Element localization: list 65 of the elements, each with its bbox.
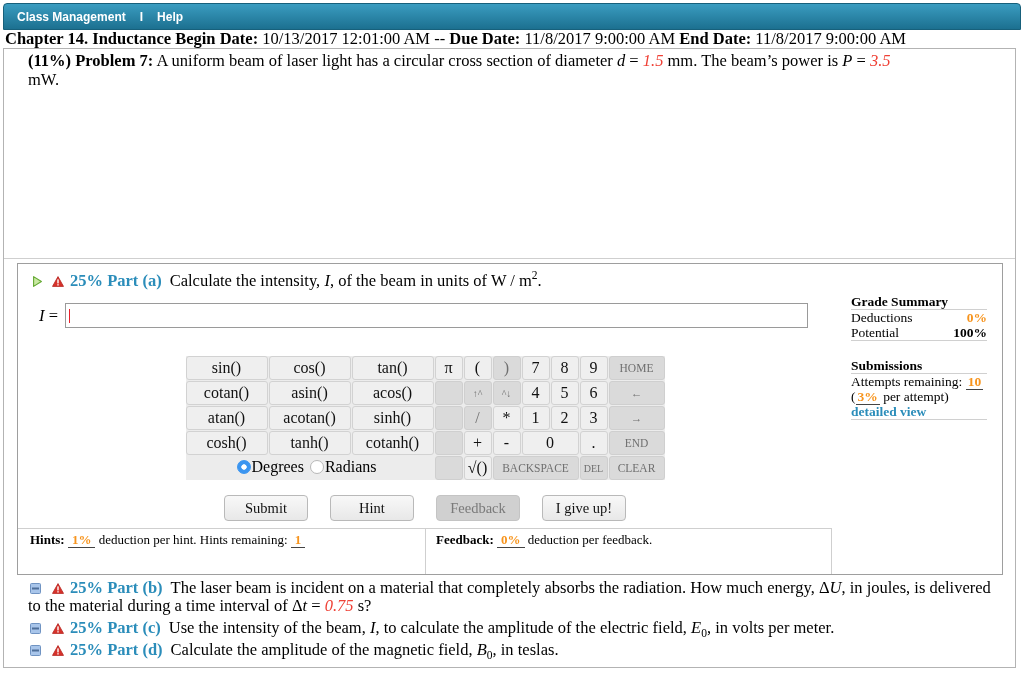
keypad-key[interactable]: - (492, 431, 521, 455)
summary-label: Deductions (851, 310, 913, 325)
summary-value: 0% (966, 310, 987, 325)
function-key[interactable]: cotan() (185, 381, 268, 405)
keypad-key[interactable]: ( (463, 356, 492, 380)
keypad-key[interactable]: * (492, 406, 521, 430)
minus-square-icon[interactable] (30, 623, 41, 634)
menu-separator: I (139, 9, 144, 24)
part-title[interactable]: 25% Part (a) (70, 271, 162, 290)
function-key[interactable]: tanh() (268, 431, 351, 455)
assignment-dates: Chapter 14. Inductance Begin Date: 10/13/2017 12:01:00 AM -- Due Date: 11/8/2017 9:00:00 AM End Date: 11/8/2017 9:00:00 AM (4, 30, 906, 48)
keypad-key[interactable]: 6 (579, 381, 608, 405)
question-text: 25% Part (b) The laser beam is incident on a material that completely absorbs the radiation. How much energy, ΔU, in joules, is delivered to the material during a time interval of Δt = 0.75 s? (28, 579, 992, 615)
details-link[interactable]: detailed view (851, 404, 927, 419)
summary-label: Potential (851, 325, 899, 340)
keypad-key[interactable]: 9 (579, 356, 608, 380)
function-key[interactable]: cotanh() (351, 431, 434, 455)
function-key[interactable]: cos() (268, 356, 351, 380)
minus-square-icon[interactable] (30, 645, 41, 656)
keypad-key[interactable]: . (579, 431, 608, 455)
radio-button[interactable] (309, 459, 324, 474)
keypad-key[interactable]: 5 (550, 381, 579, 405)
submit-button[interactable]: Submit (224, 495, 308, 521)
menu-link[interactable]: Help (157, 9, 184, 24)
function-key[interactable]: asin() (268, 381, 351, 405)
radio-button[interactable] (236, 459, 251, 474)
keypad-key[interactable]: 7 (521, 356, 550, 380)
attempts-text: Attempts remaining: 10 (3% per attempt) (851, 374, 985, 404)
function-key[interactable]: acos() (351, 381, 434, 405)
keypad-key[interactable]: 8 (550, 356, 579, 380)
keypad-key[interactable]: 1 (521, 406, 550, 430)
play-icon[interactable] (33, 276, 42, 287)
keypad-key[interactable]: √() (463, 456, 492, 480)
part-title[interactable]: 25% Part (b) (70, 578, 163, 597)
section-title: Submissions (851, 358, 987, 374)
part-title[interactable]: 25% Part (c) (70, 618, 161, 637)
radio-label: Radians (324, 457, 377, 476)
function-key[interactable]: tan() (351, 356, 434, 380)
feedback-text: Feedback: 0% deduction per feedback. (436, 532, 654, 548)
question-text: 25% Part (d) Calculate the amplitude of the magnetic field, B$_{0}$, in teslas. (28, 641, 998, 659)
function-key[interactable]: atan() (185, 406, 268, 430)
question-text: 25% Part (c) Use the intensity of the beam, I, to calculate the amplitude of the electric field, E$_{0}$, in volts per meter. (28, 619, 998, 637)
give-up-button[interactable]: I give up! (542, 495, 626, 521)
keypad-key[interactable]: 2 (550, 406, 579, 430)
hint-button[interactable]: Hint (330, 495, 414, 521)
question-text: 25% Part (a) Calculate the intensity, I, of the beam in units of W / m$^{2}$. (30, 272, 832, 290)
hints-text: Hints: 1% deduction per hint. Hints remaining: 1 (30, 532, 415, 548)
section-title: Grade Summary (851, 294, 987, 310)
menu-link[interactable]: Class Management (17, 9, 126, 24)
problem-text: (11%) Problem 7: A uniform beam of laser light has a circular cross section of diameter d = 1.5 mm. The beam’s power is P = 3.5 mW. (28, 51, 892, 89)
summary-value: 100% (953, 325, 987, 340)
answer-field[interactable] (65, 303, 808, 328)
function-key[interactable]: acotan() (268, 406, 351, 430)
radio-label: Degrees (251, 457, 304, 476)
answer-label: I = (38, 305, 58, 326)
function-key[interactable]: sin() (185, 356, 268, 380)
function-key[interactable]: cosh() (185, 431, 268, 455)
part-title[interactable]: 25% Part (d) (70, 640, 163, 659)
keypad-key[interactable]: + (463, 431, 492, 455)
keypad-key[interactable]: 3 (579, 406, 608, 430)
keypad-key[interactable]: 0 (521, 431, 579, 455)
keypad-key[interactable]: π (434, 356, 463, 380)
minus-square-icon[interactable] (30, 583, 41, 594)
keypad-key[interactable]: 4 (521, 381, 550, 405)
function-key[interactable]: sinh() (351, 406, 434, 430)
